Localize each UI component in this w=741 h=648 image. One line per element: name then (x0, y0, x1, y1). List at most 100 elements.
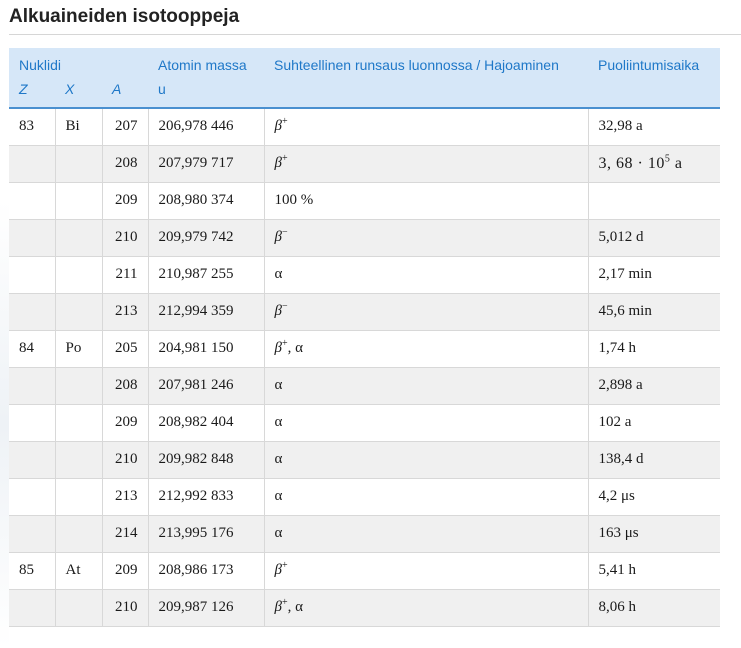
table-row: 210 209,987 126 β+, α 8,06 h (9, 589, 720, 627)
cell-halflife: 102 a (588, 404, 720, 442)
cell-atomic-mass: 210,987 255 (148, 256, 265, 294)
table-row: 85 At 209 208,986 173 β+ 5,41 h (9, 552, 720, 590)
isotope-table: Nuklidi Atomin massa Suhteellinen runsau… (9, 48, 720, 627)
table-row: 210 209,982 848 α 138,4 d (9, 441, 720, 479)
table-row: 213 212,994 359 β− 45,6 min (9, 293, 720, 331)
cell-decay: α (264, 256, 589, 294)
cell-z (9, 404, 56, 442)
cell-atomic-mass: 209,979 742 (148, 219, 265, 257)
cell-atomic-mass: 207,979 717 (148, 145, 265, 183)
cell-z (9, 293, 56, 331)
cell-element: At (55, 552, 103, 590)
cell-atomic-mass: 208,986 173 (148, 552, 265, 590)
cell-mass-number: 210 (102, 441, 149, 479)
cell-decay: α (264, 478, 589, 516)
cell-mass-number: 209 (102, 404, 149, 442)
cell-element (55, 219, 103, 257)
cell-z (9, 589, 56, 627)
cell-element (55, 515, 103, 553)
cell-atomic-mass: 204,981 150 (148, 330, 265, 368)
cell-element (55, 182, 103, 220)
cell-z (9, 145, 56, 183)
table-row: 210 209,979 742 β− 5,012 d (9, 219, 720, 257)
header-mass-unit: u (148, 78, 264, 109)
table-row: 83 Bi 207 206,978 446 β+ 32,98 a (9, 108, 720, 146)
cell-mass-number: 210 (102, 589, 149, 627)
table-row: 209 208,980 374 100 % (9, 182, 720, 220)
cell-decay: β− (264, 293, 589, 331)
cell-z: 85 (9, 552, 56, 590)
cell-atomic-mass: 212,994 359 (148, 293, 265, 331)
cell-mass-number: 208 (102, 145, 149, 183)
table-row: 209 208,982 404 α 102 a (9, 404, 720, 442)
page-title: Alkuaineiden isotooppeja (9, 6, 240, 27)
table-row: 211 210,987 255 α 2,17 min (9, 256, 720, 294)
cell-mass-number: 213 (102, 293, 149, 331)
cell-decay: β+ (264, 108, 589, 146)
cell-halflife: 2,898 a (588, 367, 720, 405)
cell-element (55, 404, 103, 442)
cell-element: Bi (55, 108, 103, 146)
cell-halflife: 5,012 d (588, 219, 720, 257)
cell-z: 83 (9, 108, 56, 146)
table-header: Nuklidi Atomin massa Suhteellinen runsau… (9, 48, 720, 109)
cell-element (55, 256, 103, 294)
background-decoration (0, 200, 9, 648)
cell-mass-number: 205 (102, 330, 149, 368)
cell-halflife: 2,17 min (588, 256, 720, 294)
cell-decay: 100 % (264, 182, 589, 220)
cell-halflife: 4,2 μs (588, 478, 720, 516)
cell-halflife: 5,41 h (588, 552, 720, 590)
cell-mass-number: 209 (102, 552, 149, 590)
cell-atomic-mass: 206,978 446 (148, 108, 265, 146)
cell-z (9, 478, 56, 516)
cell-mass-number: 213 (102, 478, 149, 516)
cell-atomic-mass: 208,980 374 (148, 182, 265, 220)
cell-decay: β+ (264, 145, 589, 183)
cell-z (9, 256, 56, 294)
cell-decay: α (264, 404, 589, 442)
cell-mass-number: 211 (102, 256, 149, 294)
cell-decay: α (264, 515, 589, 553)
cell-atomic-mass: 213,995 176 (148, 515, 265, 553)
header-halflife-spacer (588, 78, 720, 109)
cell-mass-number: 210 (102, 219, 149, 257)
cell-halflife (588, 182, 720, 220)
cell-mass-number: 209 (102, 182, 149, 220)
table-row: 208 207,979 717 β+ 3, 68 · 105 a (9, 145, 720, 183)
header-z: Z (9, 78, 55, 109)
table-row: 208 207,981 246 α 2,898 a (9, 367, 720, 405)
isotope-table-container: Nuklidi Atomin massa Suhteellinen runsau… (9, 48, 741, 627)
cell-halflife: 1,74 h (588, 330, 720, 368)
cell-atomic-mass: 208,982 404 (148, 404, 265, 442)
cell-decay: β+, α (264, 330, 589, 368)
header-decay-spacer (264, 78, 588, 109)
title-divider (9, 34, 741, 35)
header-x: X (55, 78, 102, 109)
cell-element (55, 293, 103, 331)
table-row: 214 213,995 176 α 163 μs (9, 515, 720, 553)
cell-element: Po (55, 330, 103, 368)
cell-atomic-mass: 207,981 246 (148, 367, 265, 405)
cell-z (9, 219, 56, 257)
cell-z (9, 182, 56, 220)
cell-halflife: 45,6 min (588, 293, 720, 331)
cell-atomic-mass: 209,987 126 (148, 589, 265, 627)
cell-z: 84 (9, 330, 56, 368)
header-mass: Atomin massa (148, 48, 264, 78)
cell-element (55, 441, 103, 479)
cell-mass-number: 208 (102, 367, 149, 405)
header-decay: Suhteellinen runsaus luonnossa / Hajoami… (264, 48, 588, 78)
cell-element (55, 478, 103, 516)
cell-halflife: 8,06 h (588, 589, 720, 627)
cell-decay: β+, α (264, 589, 589, 627)
cell-halflife: 163 μs (588, 515, 720, 553)
cell-halflife: 32,98 a (588, 108, 720, 146)
table-body: 83 Bi 207 206,978 446 β+ 32,98 a 208 207,979 71… (9, 108, 720, 627)
cell-z (9, 515, 56, 553)
cell-mass-number: 214 (102, 515, 149, 553)
cell-element (55, 145, 103, 183)
header-halflife: Puoliintumisaika (588, 48, 720, 78)
cell-atomic-mass: 209,982 848 (148, 441, 265, 479)
table-row: 213 212,992 833 α 4,2 μs (9, 478, 720, 516)
